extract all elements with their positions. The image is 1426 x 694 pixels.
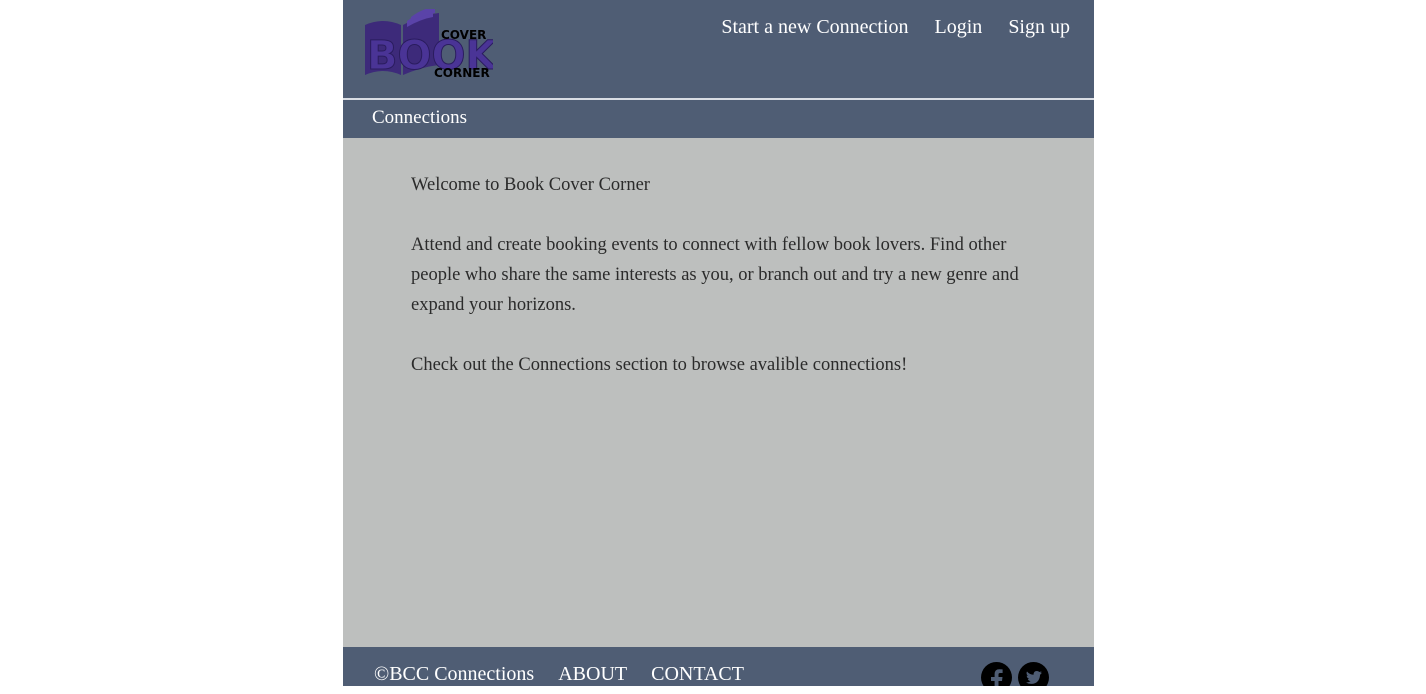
social-links	[981, 662, 1049, 686]
logo-corner-text: CORNER	[434, 66, 490, 80]
footer: ©BCC Connections ABOUT CONTACT	[343, 647, 1094, 686]
facebook-icon[interactable]	[981, 662, 1012, 686]
nav-signup-link[interactable]: Sign up	[1008, 16, 1070, 39]
welcome-text: Welcome to Book Cover Corner	[411, 175, 650, 195]
intro-paragraph: Attend and create booking events to conn…	[411, 235, 1019, 315]
footer-contact-link[interactable]: CONTACT	[651, 663, 744, 686]
footer-copyright: ©BCC Connections	[374, 663, 535, 685]
logo-cover-text: COVER	[441, 28, 486, 42]
footer-links: ©BCC Connections ABOUT CONTACT	[374, 663, 744, 686]
main-content: Welcome to Book Cover Corner Attend and …	[411, 170, 1021, 410]
footer-about-link[interactable]: ABOUT	[558, 663, 627, 686]
nav-start-connection-link[interactable]: Start a new Connection	[721, 16, 908, 39]
logo[interactable]: BOOK COVER CORNER	[363, 7, 499, 83]
page: BOOK COVER CORNER Start a new Connection…	[343, 0, 1094, 686]
header: BOOK COVER CORNER Start a new Connection…	[343, 0, 1094, 98]
open-book-icon: BOOK COVER CORNER	[365, 7, 499, 80]
cta-paragraph: Check out the Connections section to bro…	[411, 355, 908, 375]
sub-nav: Connections	[343, 100, 1094, 138]
top-nav: Start a new Connection Login Sign up	[721, 16, 1070, 39]
twitter-icon[interactable]	[1018, 662, 1049, 686]
nav-connections-link[interactable]: Connections	[372, 107, 467, 129]
nav-login-link[interactable]: Login	[935, 16, 983, 39]
